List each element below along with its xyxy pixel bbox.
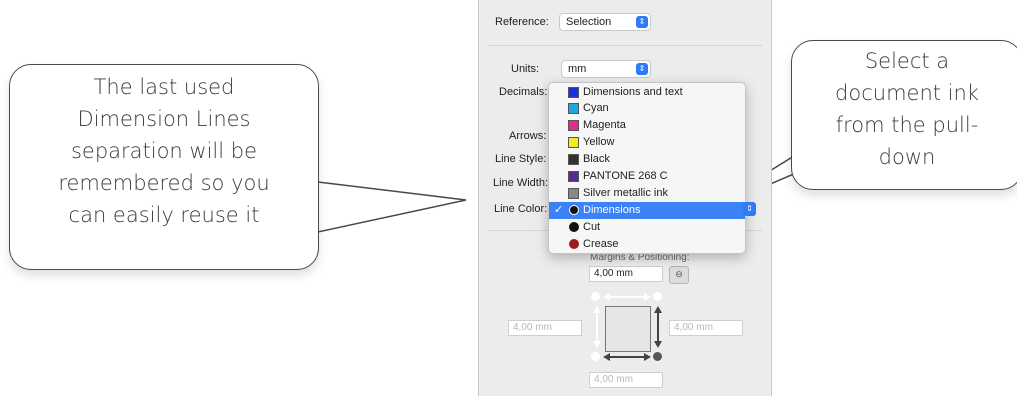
menu-item-crease[interactable]: Crease: [549, 236, 745, 253]
swatch-icon: [568, 171, 579, 182]
menu-item-cut[interactable]: Cut: [549, 219, 745, 236]
menu-item-dimensions-and-text[interactable]: Dimensions and text: [549, 84, 745, 101]
menu-item-yellow[interactable]: Yellow: [549, 134, 745, 151]
swatch-icon: [568, 154, 579, 165]
swatch-icon: [568, 188, 579, 199]
units-popup[interactable]: mm ⇕: [561, 60, 651, 78]
updown-stepper-icon: ⇕: [636, 16, 648, 28]
callout-line: remembered so you: [58, 171, 270, 195]
callout-line: document ink: [835, 81, 979, 105]
swatch-icon: [568, 137, 579, 148]
arrows-label: Arrows:: [509, 130, 547, 142]
menu-item-label: Cyan: [583, 102, 609, 114]
margin-bottom-field[interactable]: 4,00 mm: [589, 372, 663, 388]
menu-item-label: Cut: [583, 221, 601, 233]
menu-item-silver-metallic-ink[interactable]: Silver metallic ink: [549, 185, 745, 202]
menu-item-magenta[interactable]: Magenta: [549, 117, 745, 134]
reference-popup[interactable]: Selection ⇕: [559, 13, 651, 31]
line-style-label: Line Style:: [495, 153, 547, 165]
menu-item-label: Black: [583, 153, 610, 165]
callout-left: The last used Dimension Lines separation…: [9, 64, 319, 270]
menu-item-label: Crease: [583, 238, 619, 250]
callout-line: separation will be: [70, 139, 258, 163]
callout-line: down: [878, 145, 936, 169]
separator: [488, 45, 762, 46]
callout-right: Select a document ink from the pull- dow…: [791, 40, 1017, 190]
menu-item-label: Silver metallic ink: [583, 187, 668, 199]
callout-line: Select a: [864, 49, 950, 73]
margin-arrows-icon: [593, 293, 662, 361]
swatch-icon: [568, 120, 579, 131]
reference-value: Selection: [566, 16, 612, 28]
decimals-label: Decimals:: [499, 86, 548, 98]
menu-item-label: Dimensions and text: [583, 86, 683, 98]
callout-line: can easily reuse it: [68, 203, 260, 227]
swatch-dot-icon: [569, 205, 579, 215]
menu-item-pantone-268c[interactable]: PANTONE 268 C: [549, 168, 745, 185]
swatch-dot-icon: [569, 222, 579, 232]
line-color-label: Line Color:: [494, 203, 548, 215]
swatch-icon: [568, 87, 579, 98]
menu-item-label: Magenta: [583, 119, 626, 131]
line-color-menu: Dimensions and text Cyan Magenta Yellow …: [548, 82, 746, 254]
menu-item-label: Dimensions: [583, 204, 641, 216]
line-width-label: Line Width:: [493, 177, 549, 189]
swatch-icon: [568, 103, 579, 114]
swatch-dot-icon: [569, 239, 579, 249]
reference-label: Reference:: [495, 16, 549, 28]
updown-stepper-icon: ⇕: [636, 63, 648, 75]
menu-item-black[interactable]: Black: [549, 151, 745, 168]
menu-item-cyan[interactable]: Cyan: [549, 100, 745, 117]
units-label: Units:: [511, 63, 540, 75]
callout-line: from the pull-: [835, 113, 979, 137]
margin-left-field[interactable]: 4,00 mm: [508, 320, 582, 336]
margin-right-field[interactable]: 4,00 mm: [669, 320, 743, 336]
margin-top-field[interactable]: 4,00 mm: [589, 266, 663, 282]
left-callout-tail: [317, 181, 467, 233]
chain-link-icon[interactable]: ⊖: [669, 266, 689, 284]
menu-item-dimensions[interactable]: ✓ Dimensions: [549, 202, 745, 219]
checkmark-icon: ✓: [554, 204, 564, 216]
units-value: mm: [568, 63, 587, 75]
menu-item-label: PANTONE 268 C: [583, 170, 668, 182]
callout-line: Dimension Lines: [77, 107, 251, 131]
updown-stepper-icon[interactable]: ⇕: [743, 202, 756, 216]
menu-item-label: Yellow: [583, 136, 615, 148]
callout-line: The last used: [93, 75, 235, 99]
